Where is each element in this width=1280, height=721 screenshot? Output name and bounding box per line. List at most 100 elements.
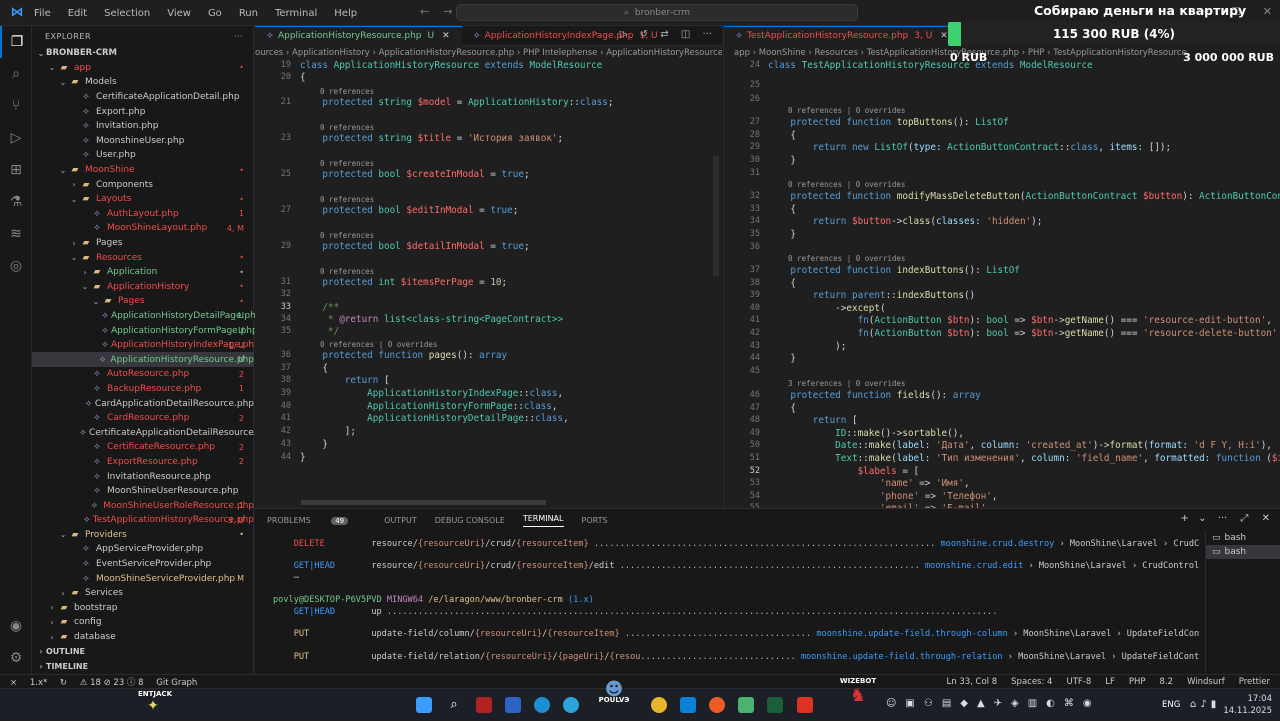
- file-item[interactable]: ⟡ MoonShineLayout.php 4, M: [32, 221, 254, 236]
- sync-icon[interactable]: ↻: [60, 678, 67, 688]
- close-panel-icon[interactable]: ✕: [1262, 513, 1270, 524]
- terminal-item[interactable]: ▭ bash: [1206, 545, 1280, 559]
- status-item[interactable]: UTF-8: [1066, 677, 1091, 687]
- run-icon[interactable]: ▷: [620, 29, 628, 40]
- folder-item[interactable]: › ▰ Application •: [32, 265, 254, 280]
- app-icon[interactable]: [738, 697, 754, 713]
- tab-problems[interactable]: PROBLEMS 49: [267, 516, 366, 525]
- codelens[interactable]: 3 references | 0 overrides: [788, 379, 905, 389]
- file-item[interactable]: ⟡ MoonShineUserRoleResource.php 1: [32, 498, 254, 513]
- search-icon[interactable]: ⌕: [0, 58, 32, 90]
- codelens[interactable]: 0 references | 0 overrides: [788, 180, 905, 190]
- folder-item[interactable]: › ▰ Services: [32, 586, 254, 601]
- codelens[interactable]: 0 references: [320, 123, 374, 133]
- file-item[interactable]: ⟡ AuthLayout.php 1: [32, 207, 254, 222]
- app-icon[interactable]: [797, 697, 813, 713]
- status-item[interactable]: PHP: [1129, 677, 1146, 687]
- folder-item[interactable]: ⌄ ▰ Models: [32, 75, 254, 90]
- tab-ports[interactable]: PORTS: [582, 516, 608, 525]
- file-item[interactable]: ⟡ CertificateApplicationDetailResource.ph…: [32, 425, 274, 440]
- scrollbar-left[interactable]: [713, 156, 719, 276]
- folder-item[interactable]: ⌄ ▰ ApplicationHistory •: [32, 280, 254, 295]
- codelens[interactable]: 0 references: [320, 267, 374, 277]
- outline-section[interactable]: › OUTLINE: [32, 644, 254, 659]
- file-item[interactable]: ⟡ Export.php: [32, 104, 254, 119]
- tab-application-history-resource[interactable]: ⟡ ApplicationHistoryResource.php U ✕: [255, 25, 462, 46]
- chevron-down-icon[interactable]: ⌄: [1198, 513, 1206, 524]
- file-item[interactable]: ⟡ CertificateApplicationDetail.php: [32, 90, 254, 105]
- codelens[interactable]: 0 references: [320, 87, 374, 97]
- split-editor-icon[interactable]: ◫: [681, 29, 690, 40]
- file-item[interactable]: ⟡ MoonShineServiceProvider.php M: [32, 571, 254, 586]
- folder-item[interactable]: › ▰ bootstrap: [32, 601, 254, 616]
- account-icon[interactable]: ◉: [0, 610, 32, 642]
- filezilla-icon[interactable]: [476, 697, 492, 713]
- history-icon[interactable]: ↺: [640, 29, 648, 40]
- codelens[interactable]: 0 references: [320, 159, 374, 169]
- tab-debug-console[interactable]: DEBUG CONSOLE: [435, 516, 505, 525]
- run-debug-icon[interactable]: ▷: [0, 122, 32, 154]
- forward-arrow-icon[interactable]: →: [443, 5, 452, 18]
- folder-item[interactable]: ⌄ ▰ MoonShine •: [32, 163, 254, 178]
- file-item[interactable]: ⟡ AutoResource.php 2: [32, 367, 254, 382]
- problems-status[interactable]: ⚠ 18 ⊘ 23 ⓘ 8: [80, 678, 144, 688]
- status-item[interactable]: Prettier: [1239, 677, 1270, 687]
- status-item[interactable]: Ln 33, Col 8: [947, 677, 998, 687]
- close-icon[interactable]: ✕: [940, 31, 948, 41]
- search-icon[interactable]: ⌕: [446, 697, 462, 713]
- codelens[interactable]: 0 references | 0 overrides: [320, 340, 437, 350]
- file-item[interactable]: ⟡ TestApplicationHistoryResource.php 3, U: [32, 513, 254, 528]
- folder-item[interactable]: ⌄ ▰ Layouts •: [32, 192, 254, 207]
- command-center-search[interactable]: ⌕ bronber-crm: [456, 4, 858, 21]
- status-item[interactable]: LF: [1105, 677, 1115, 687]
- language-indicator[interactable]: ENG: [1162, 700, 1180, 710]
- file-item[interactable]: ⟡ CardResource.php 2: [32, 411, 254, 426]
- back-arrow-icon[interactable]: ←: [420, 5, 429, 18]
- menu-item-terminal[interactable]: Terminal: [275, 8, 317, 19]
- status-item[interactable]: Spaces: 4: [1011, 677, 1052, 687]
- terminal-item[interactable]: ▭ bash: [1206, 531, 1280, 545]
- folder-item[interactable]: ⌄ ▰ Providers •: [32, 528, 254, 543]
- menu-item-file[interactable]: File: [34, 8, 51, 19]
- menu-item-edit[interactable]: Edit: [68, 8, 87, 19]
- menu-item-run[interactable]: Run: [239, 8, 258, 19]
- breadcrumb[interactable]: ources › ApplicationHistory › Applicatio…: [255, 46, 722, 60]
- file-item[interactable]: ⟡ CertificateResource.php 2: [32, 440, 254, 455]
- source-control-icon[interactable]: ⑂: [0, 90, 32, 122]
- file-item[interactable]: ⟡ ApplicationHistoryDetailPage.php U: [32, 309, 262, 324]
- codelens[interactable]: 0 references | 0 overrides: [788, 254, 905, 264]
- file-item[interactable]: ⟡ ApplicationHistoryFormPage.php U: [32, 323, 258, 338]
- folder-item[interactable]: ⌄ ▰ Pages •: [32, 294, 254, 309]
- start-icon[interactable]: [416, 697, 432, 713]
- file-item[interactable]: ⟡ ExportResource.php 2: [32, 455, 254, 470]
- gear-icon[interactable]: ⚙: [0, 642, 32, 674]
- new-terminal-icon[interactable]: +: [1181, 513, 1189, 524]
- file-item[interactable]: ⟡ AppServiceProvider.php: [32, 542, 254, 557]
- tab-output[interactable]: OUTPUT: [384, 516, 417, 525]
- remote-icon[interactable]: ⨯: [10, 678, 17, 688]
- tab-test-application-history-resource[interactable]: ⟡ TestApplicationHistoryResource.php 3, …: [724, 25, 960, 46]
- maximize-panel-icon[interactable]: ⤢: [1240, 513, 1248, 524]
- menu-item-selection[interactable]: Selection: [104, 8, 150, 19]
- more-actions-icon[interactable]: ···: [1218, 513, 1228, 524]
- folder-item[interactable]: ⌄ ▰ Resources •: [32, 250, 254, 265]
- sourcetree-icon[interactable]: [505, 697, 521, 713]
- codelens[interactable]: 0 references: [320, 195, 374, 205]
- more-actions-icon[interactable]: ···: [234, 32, 243, 41]
- file-item[interactable]: ⟡ Invitation.php: [32, 119, 254, 134]
- testing-icon[interactable]: ⚗: [0, 186, 32, 218]
- code-area-right[interactable]: 24 class TestApplicationHistoryResource e…: [724, 60, 1280, 514]
- file-item[interactable]: ⟡ InvitationResource.php: [32, 469, 254, 484]
- telegram-icon[interactable]: [563, 697, 579, 713]
- terminal-output[interactable]: DELETE resource/{resourceUri}/crud/{reso…: [255, 531, 1200, 675]
- file-item[interactable]: ⟡ MoonShineUserResource.php: [32, 484, 254, 499]
- menu-item-help[interactable]: Help: [334, 8, 357, 19]
- clock[interactable]: 17:04 14.11.2025: [1223, 693, 1272, 717]
- code-area-left[interactable]: 19 class ApplicationHistoryResource exten…: [255, 60, 722, 508]
- postman-icon[interactable]: [709, 697, 725, 713]
- file-item[interactable]: ⟡ ApplicationHistoryResource.php U: [32, 352, 254, 368]
- folder-item[interactable]: ⌄ ▰ app •: [32, 61, 254, 76]
- tab-terminal[interactable]: TERMINAL: [522, 514, 564, 527]
- file-item[interactable]: ⟡ CardApplicationDetailResource.php: [32, 396, 254, 411]
- more-actions-icon[interactable]: ···: [702, 29, 712, 40]
